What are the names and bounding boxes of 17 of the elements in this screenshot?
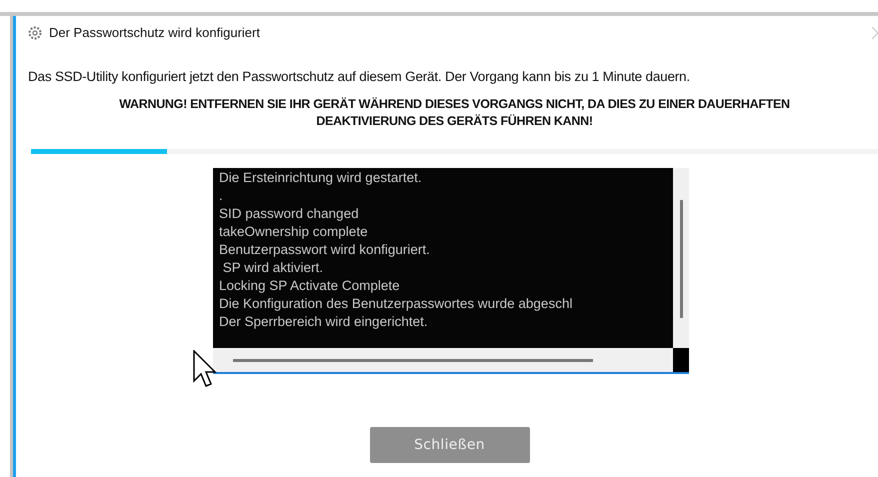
log-line: SID password changed	[219, 205, 360, 223]
log-line: SP wird aktiviert.	[222, 259, 324, 277]
log-line: .	[219, 187, 224, 205]
warning-text: WARNUNG! ENTFERNEN SIE IHR GERÄT WÄHREND DIESES VORGANGS NICHT, DA DIES ZU EINER DAUERHAFTEN DEAKTIVIERUNG DES GERÄTS FÜHREN KANN!	[118, 96, 791, 130]
scrollbar-corner	[673, 348, 689, 372]
log-line: Der Sperrbereich wird eingerichtet.	[219, 313, 429, 331]
log-line: Benutzerpasswort wird konfiguriert.	[219, 241, 431, 259]
message-text: Das SSD-Utility konfiguriert jetzt den Passwortschutz auf diesem Gerät. Der Vorgang kann bis zu 1 Minute dauern.	[28, 69, 691, 84]
horizontal-scrollbar[interactable]	[213, 348, 673, 372]
log-line: Locking SP Activate Complete	[219, 277, 401, 295]
vertical-scrollbar[interactable]	[673, 168, 689, 348]
log-line: Die Ersteinrichtung wird gestartet.	[219, 169, 423, 187]
log-line: Die Konfiguration des Benutzerpasswortes wurde abgeschl	[219, 295, 574, 313]
gear-icon	[28, 26, 42, 40]
log-line: takeOwnership complete	[219, 223, 369, 241]
window-title: Der Passwortschutz wird konfiguriert	[49, 25, 261, 40]
mouse-pointer-icon	[193, 350, 217, 388]
